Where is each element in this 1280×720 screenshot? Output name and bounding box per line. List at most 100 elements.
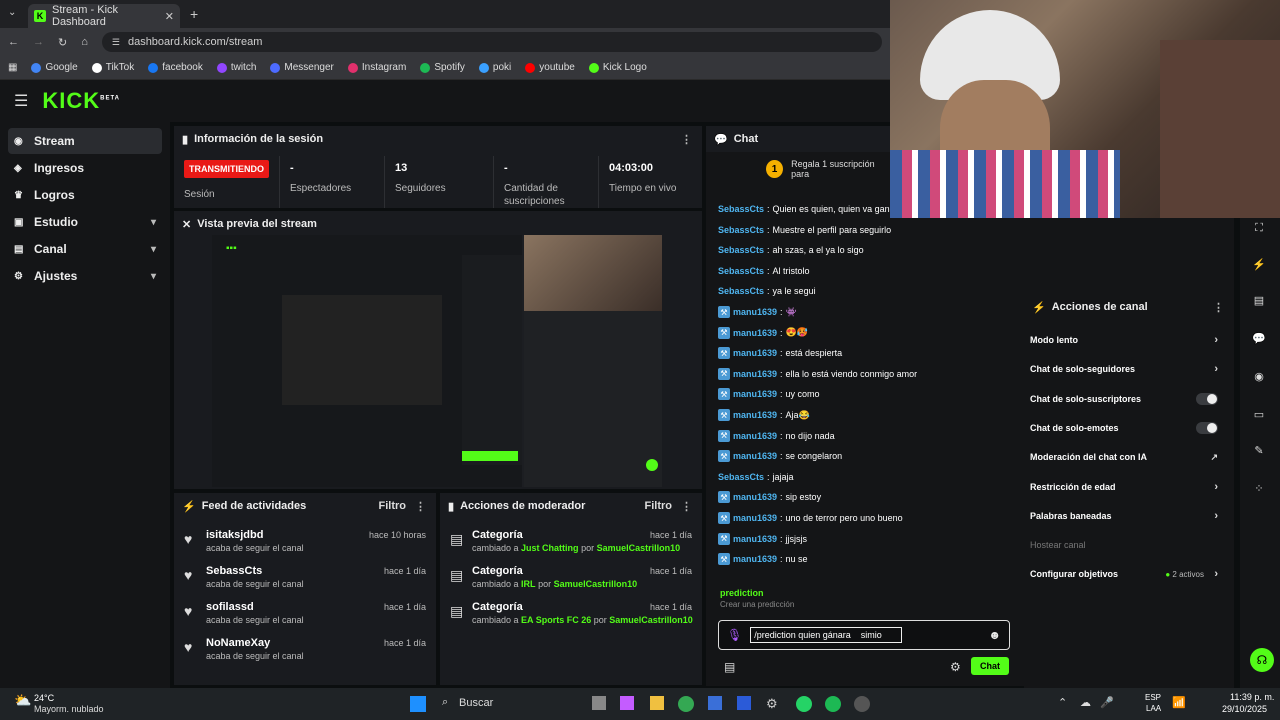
chat-message[interactable]: ⚒ manu1639: 😍🥵 xyxy=(718,326,808,340)
browser-tab[interactable]: K Stream - Kick Dashboard ✕ xyxy=(28,4,180,28)
copilot-icon[interactable] xyxy=(620,696,634,710)
bookmark-item[interactable]: Instagram xyxy=(347,62,406,73)
chat-username[interactable]: manu1639 xyxy=(733,307,777,317)
weather-icon[interactable]: ⛅ xyxy=(14,692,31,709)
chat-username[interactable]: manu1639 xyxy=(733,534,777,544)
bookmark-item[interactable]: Kick Logo xyxy=(588,62,647,73)
sidebar-item-canal[interactable]: ▤ Canal ▾ xyxy=(8,236,162,262)
mic-icon[interactable]: 🎙 xyxy=(727,628,742,642)
channel-action-row[interactable]: Restricción de edad › xyxy=(1030,477,1226,497)
chat-username[interactable]: manu1639 xyxy=(733,328,777,338)
store-app-icon[interactable] xyxy=(708,696,722,710)
activity-row[interactable]: ♥ SebassCts acaba de seguir el canal hace 1… xyxy=(174,563,436,599)
apps-icon[interactable]: ▦ xyxy=(8,62,17,73)
clipboard-icon[interactable]: ▤ xyxy=(1248,290,1270,310)
chat-message[interactable]: SebassCts: Muestre el perfil para seguirl… xyxy=(718,223,891,237)
activity-more-icon[interactable]: ⋮ xyxy=(415,500,426,513)
chat-message[interactable]: SebassCts: jajaja xyxy=(718,470,794,484)
more-icon[interactable]: ⋮ xyxy=(681,133,692,146)
mod-user[interactable]: SamuelCastrillon10 xyxy=(609,615,693,625)
bookmark-item[interactable]: TikTok xyxy=(91,62,134,73)
wrench-icon[interactable]: ✎ xyxy=(1248,440,1270,460)
chat-username[interactable]: manu1639 xyxy=(733,554,777,564)
mod-more-icon[interactable]: ⋮ xyxy=(681,500,692,513)
chat-bubble-icon[interactable]: 💬 xyxy=(1248,328,1270,348)
mod-user[interactable]: SamuelCastrillon10 xyxy=(554,579,638,589)
chat-message[interactable]: ⚒ manu1639: 👾 xyxy=(718,305,797,319)
broadcast-icon[interactable]: ◉ xyxy=(1248,366,1270,386)
mod-category[interactable]: Just Chatting xyxy=(521,543,579,553)
menu-icon[interactable]: ☰ xyxy=(14,91,28,111)
explorer-icon[interactable] xyxy=(650,696,664,710)
pinned-gift-banner[interactable]: 1 Regala 1 suscripción para xyxy=(706,152,890,186)
lang-layout[interactable]: LAA xyxy=(1146,704,1161,713)
chat-username[interactable]: manu1639 xyxy=(733,431,777,441)
chat-username[interactable]: manu1639 xyxy=(733,389,777,399)
bookmark-item[interactable]: facebook xyxy=(148,62,203,73)
channel-action-row[interactable]: Chat de solo-emotes xyxy=(1030,418,1226,438)
lang-code[interactable]: ESP xyxy=(1145,693,1161,702)
chat-username[interactable]: SebassCts xyxy=(718,472,764,482)
bookmark-item[interactable]: twitch xyxy=(216,62,256,73)
channel-action-row[interactable]: Modo lento › xyxy=(1030,330,1226,350)
chat-send-button[interactable]: Chat xyxy=(971,657,1009,675)
tab-list-icon[interactable]: ⌄ xyxy=(8,7,16,18)
bookmark-item[interactable]: Messenger xyxy=(270,62,334,73)
chat-message[interactable]: ⚒ manu1639: nu se xyxy=(718,552,808,566)
activity-row[interactable]: ♥ sofilassd acaba de seguir el canal hace 1… xyxy=(174,599,436,635)
chat-message[interactable]: SebassCts: Al tristolo xyxy=(718,264,810,278)
weather-desc[interactable]: Mayorm. nublado xyxy=(34,704,104,714)
mod-row[interactable]: ▤ Categoría cambiado a IRL por SamuelCastr… xyxy=(440,563,702,599)
taskbar-search[interactable]: Buscar xyxy=(459,697,493,709)
activity-row[interactable]: ♥ NoNameXay acaba de seguir el canal hace 1… xyxy=(174,635,436,671)
chat-username[interactable]: manu1639 xyxy=(733,513,777,523)
mod-filter-button[interactable]: Filtro xyxy=(645,500,673,512)
chat-message[interactable]: ⚒ manu1639: Aja😂 xyxy=(718,408,810,422)
channel-action-row[interactable]: Palabras baneadas › xyxy=(1030,506,1226,526)
sidebar-item-estudio[interactable]: ▣ Estudio ▾ xyxy=(8,209,162,235)
chat-username[interactable]: manu1639 xyxy=(733,369,777,379)
activity-row[interactable]: ♥ isitaksjdbd acaba de seguir el canal hace… xyxy=(174,527,436,563)
clock-time[interactable]: 11:39 p. m. xyxy=(1230,692,1274,702)
chat-message[interactable]: ⚒ manu1639: está despierta xyxy=(718,346,842,360)
chat-username[interactable]: manu1639 xyxy=(733,410,777,420)
channel-action-row[interactable]: Configurar objetivos › ● 2 activos xyxy=(1030,564,1226,584)
chat-username[interactable]: SebassCts xyxy=(718,225,764,235)
wifi-icon[interactable]: 📶 xyxy=(1172,696,1186,709)
chat-message[interactable]: SebassCts: ah szas, a el ya lo sigo xyxy=(718,243,864,257)
chat-message[interactable]: ⚒ manu1639: se congelaron xyxy=(718,449,842,463)
sidebar-item-ingresos[interactable]: ◈ Ingresos xyxy=(8,155,162,181)
tray-app-icon[interactable]: ☁ xyxy=(1080,696,1091,709)
sidebar-item-logros[interactable]: ♛ Logros xyxy=(8,182,162,208)
close-tab-icon[interactable]: ✕ xyxy=(165,10,174,23)
windows-start-icon[interactable] xyxy=(410,696,426,712)
site-info-icon[interactable]: ☰ xyxy=(112,37,120,48)
flash-icon[interactable]: ⚡ xyxy=(1248,254,1270,274)
chat-input-box[interactable]: 🎙 ☻ xyxy=(718,620,1010,650)
bookmark-item[interactable]: youtube xyxy=(525,62,575,73)
chat-username[interactable]: manu1639 xyxy=(733,492,777,502)
expand-icon[interactable]: ⛶ xyxy=(1248,218,1270,238)
emote-icon[interactable]: ☻ xyxy=(988,628,1001,642)
new-tab-icon[interactable]: + xyxy=(190,6,198,22)
sidebar-item-ajustes[interactable]: ⚙ Ajustes ▾ xyxy=(8,263,162,289)
dots-icon[interactable]: ⁘ xyxy=(1248,478,1270,498)
activity-filter-button[interactable]: Filtro xyxy=(379,500,407,512)
command-suggestion[interactable]: prediction Crear una predicción xyxy=(720,588,794,609)
clock-date[interactable]: 29/10/2025 xyxy=(1222,704,1267,714)
chat-message[interactable]: ⚒ manu1639: uy como xyxy=(718,387,820,401)
steam-icon[interactable] xyxy=(854,696,870,712)
url-field[interactable]: ☰ dashboard.kick.com/stream xyxy=(101,32,882,52)
mod-category[interactable]: IRL xyxy=(521,579,536,589)
chat-message[interactable]: ⚒ manu1639: no dijo nada xyxy=(718,429,835,443)
channel-action-row[interactable]: Chat de solo-suscriptores xyxy=(1030,389,1226,409)
home-icon[interactable]: ⌂ xyxy=(81,36,88,48)
mod-category[interactable]: EA Sports FC 26 xyxy=(521,615,591,625)
chrome-icon[interactable] xyxy=(678,696,694,712)
monitor-icon[interactable]: ▭ xyxy=(1248,404,1270,424)
chat-username[interactable]: manu1639 xyxy=(733,451,777,461)
chat-message[interactable]: ⚒ manu1639: sip estoy xyxy=(718,490,821,504)
tray-mic-icon[interactable]: 🎤 xyxy=(1100,696,1114,709)
search-icon[interactable]: ⌕ xyxy=(442,696,448,709)
channel-actions-more-icon[interactable]: ⋮ xyxy=(1213,301,1224,314)
